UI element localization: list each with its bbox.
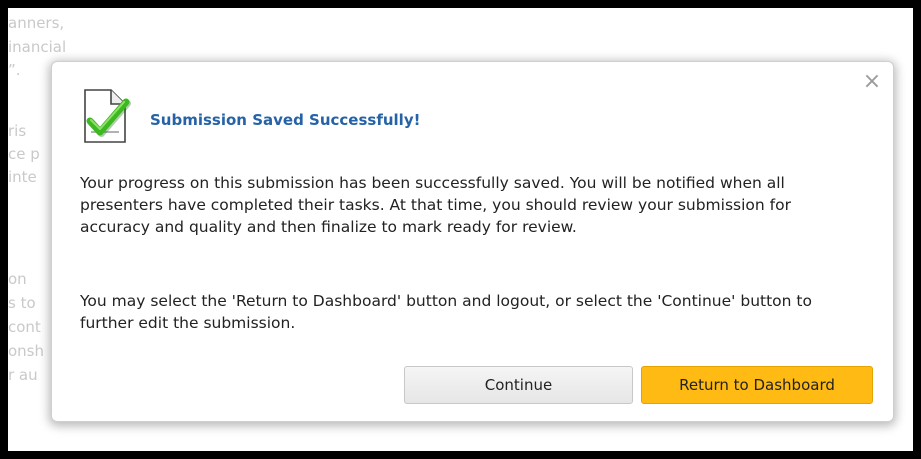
return-to-dashboard-button[interactable]: Return to Dashboard (641, 366, 873, 404)
background-text: onsh (8, 342, 45, 360)
background-text: on (8, 270, 27, 288)
background-text: r au (8, 366, 38, 384)
background-text: inancial (8, 38, 67, 56)
document-check-icon (81, 88, 133, 146)
background-text: cont (8, 318, 41, 336)
background-text: ris (8, 122, 27, 140)
success-dialog: × Submission Saved Successfully! Your pr… (51, 61, 894, 422)
dialog-message-instructions: You may select the 'Return to Dashboard'… (80, 292, 812, 332)
background-text: anners, (8, 14, 65, 32)
background-text: s to (8, 294, 36, 312)
background-text: ”. (8, 61, 21, 79)
continue-button[interactable]: Continue (404, 366, 633, 404)
close-icon[interactable]: × (862, 71, 882, 93)
background-text: ce p (8, 145, 40, 163)
background-text: inte (8, 168, 37, 186)
dialog-message-saved: Your progress on this submission has bee… (80, 174, 791, 236)
dialog-title: Submission Saved Successfully! (150, 111, 421, 129)
